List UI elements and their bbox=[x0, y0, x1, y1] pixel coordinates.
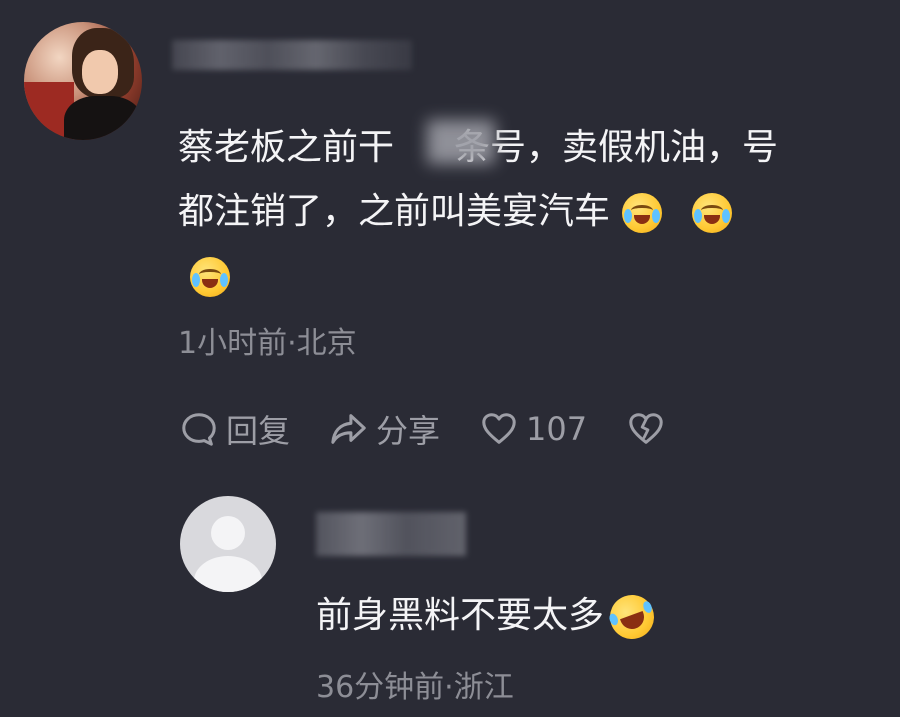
username-blurred[interactable] bbox=[172, 40, 412, 70]
reply-meta: 36分钟前·浙江 bbox=[316, 670, 514, 705]
comment-line-3 bbox=[178, 244, 858, 308]
comment-actions: 回复 分享 107 bbox=[180, 406, 705, 452]
comment-line-1: 蔡老板之前干 条号，卖假机油，号 bbox=[178, 127, 779, 168]
reply-button[interactable]: 回复 bbox=[180, 406, 290, 452]
comment-bubble-icon bbox=[182, 413, 216, 446]
reply-username-blurred[interactable] bbox=[316, 512, 466, 556]
reply-label: 回复 bbox=[226, 412, 291, 450]
comment-body: 蔡老板之前干 条号，卖假机油，号 都注销了，之前叫美宴汽车 bbox=[178, 116, 858, 308]
share-label: 分享 bbox=[376, 412, 441, 450]
comment-line-2: 都注销了，之前叫美宴汽车 bbox=[178, 180, 858, 244]
reply-body: 前身黑料不要太多 bbox=[316, 588, 661, 646]
like-button[interactable]: 107 bbox=[480, 410, 587, 448]
broken-heart-icon bbox=[629, 413, 663, 444]
crying-laughing-icon bbox=[622, 193, 663, 233]
crying-laughing-icon bbox=[190, 257, 230, 297]
share-icon bbox=[331, 414, 366, 444]
like-count: 107 bbox=[526, 410, 588, 448]
reply-avatar[interactable] bbox=[180, 496, 276, 592]
avatar[interactable] bbox=[24, 22, 142, 140]
crying-laughing-icon bbox=[692, 193, 733, 233]
comment-thread: 蔡老板之前干 条号，卖假机油，号 都注销了，之前叫美宴汽车 1小时前·北京 回复 … bbox=[0, 0, 900, 717]
dislike-button[interactable] bbox=[627, 410, 665, 448]
comment-meta: 1小时前·北京 bbox=[178, 326, 357, 361]
rolling-laughing-icon bbox=[603, 588, 661, 646]
censored-text-blur bbox=[427, 120, 495, 164]
share-button[interactable]: 分享 bbox=[330, 406, 440, 452]
heart-icon bbox=[482, 413, 516, 444]
